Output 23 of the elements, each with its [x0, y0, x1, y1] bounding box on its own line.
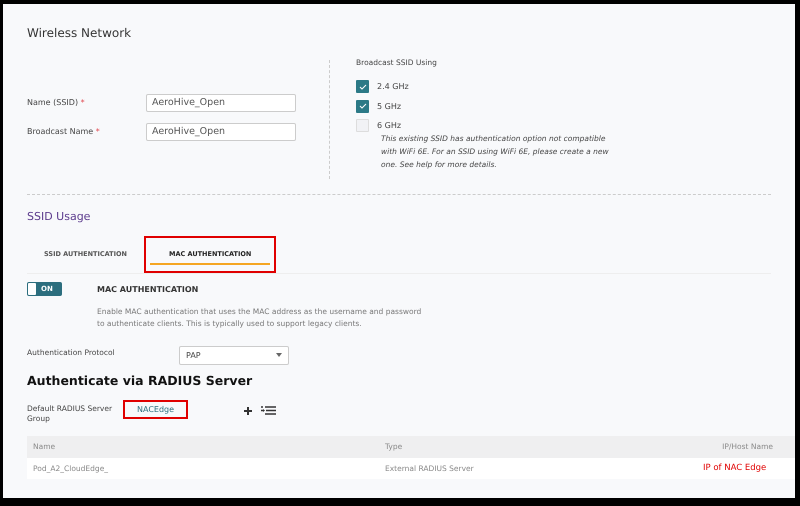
checkbox-label: 2.4 GHz	[377, 82, 409, 92]
add-icon[interactable]	[243, 406, 254, 416]
table-cell: IP of NAC Edge	[691, 458, 795, 478]
required-mark: *	[80, 98, 85, 107]
checkbox[interactable]	[356, 100, 369, 113]
field-label: Broadcast Name	[27, 127, 94, 136]
checkbox-label: 6 GHz	[377, 121, 402, 130]
section-title: Wireless Network	[27, 25, 132, 42]
checkbox[interactable]	[356, 80, 369, 94]
section-title: SSID Usage	[27, 208, 92, 224]
text-field[interactable]: AeroHive_Open	[146, 94, 296, 112]
protocol-dropdown[interactable]: PAP	[179, 346, 289, 364]
section-heading: Authenticate via RADIUS Server	[27, 372, 254, 388]
server-group-link[interactable]: NACEdge	[123, 400, 188, 418]
field-label: Name (SSID)	[27, 98, 78, 107]
caret-icon	[276, 353, 282, 357]
list-icon[interactable]	[261, 406, 276, 414]
option-title: MAC AUTHENTICATION	[97, 284, 200, 294]
check-icon	[358, 84, 366, 90]
text-field[interactable]: AeroHive_Open	[146, 122, 296, 140]
checkbox-label: 5 GHz	[377, 102, 402, 111]
required-mark: *	[96, 127, 100, 136]
check-icon	[358, 103, 366, 110]
